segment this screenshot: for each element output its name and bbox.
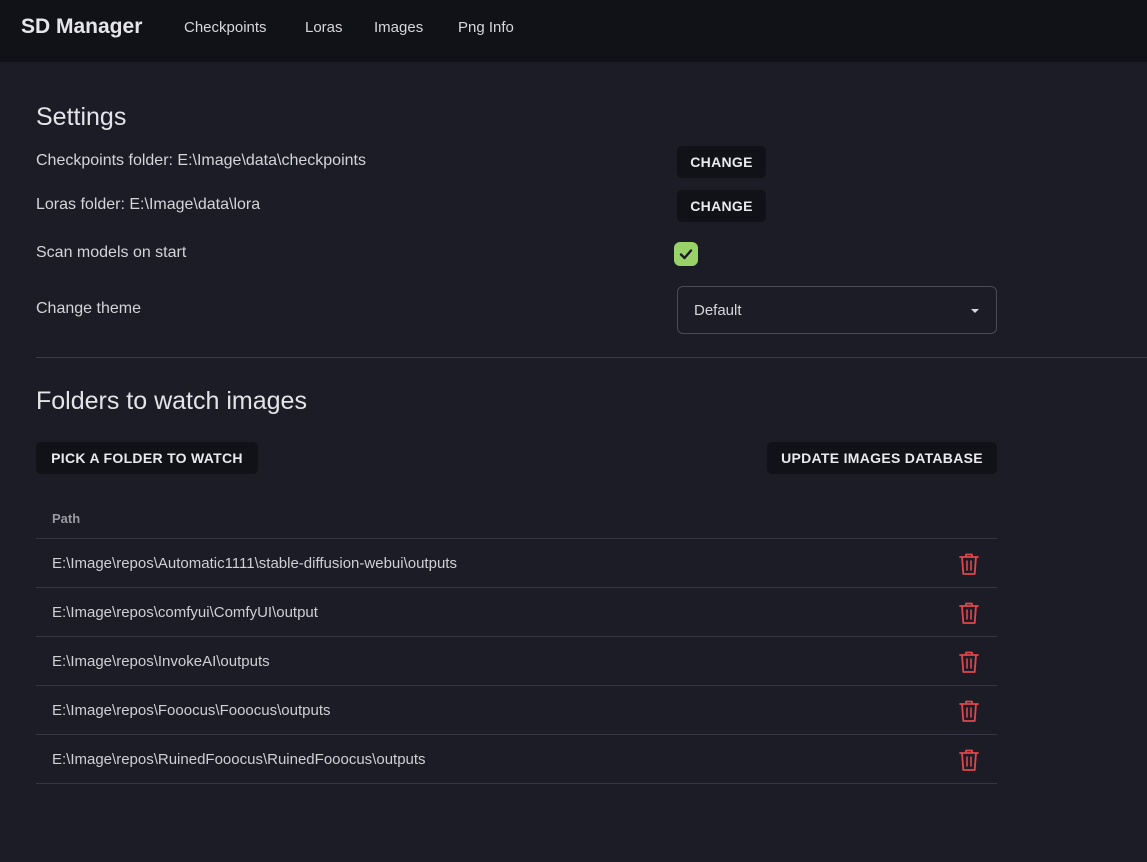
folder-path: E:\Image\repos\comfyui\ComfyUI\output xyxy=(52,604,318,621)
theme-select[interactable]: Default xyxy=(677,286,997,334)
folder-path: E:\Image\repos\Fooocus\Fooocus\outputs xyxy=(52,702,331,719)
folder-path: E:\Image\repos\InvokeAI\outputs xyxy=(52,653,270,670)
loras-folder-label: Loras folder: E:\Image\data\lora xyxy=(36,196,261,213)
trash-icon[interactable] xyxy=(958,650,980,674)
theme-select-value: Default xyxy=(694,302,742,319)
nav-link-png-info[interactable]: Png Info xyxy=(458,19,514,36)
pick-folder-button[interactable]: PICK A FOLDER TO WATCH xyxy=(36,442,258,474)
top-navbar: SD Manager Checkpoints Loras Images Png … xyxy=(0,0,1147,62)
table-row: E:\Image\repos\RuinedFooocus\RuinedFoooc… xyxy=(36,735,997,784)
scan-models-checkbox[interactable] xyxy=(674,242,698,266)
settings-title: Settings xyxy=(36,103,127,131)
folder-path: E:\Image\repos\RuinedFooocus\RuinedFoooc… xyxy=(52,751,426,768)
table-row: E:\Image\repos\InvokeAI\outputs xyxy=(36,637,997,686)
section-divider xyxy=(36,357,1147,358)
checkmark-icon xyxy=(679,249,693,260)
scan-models-label: Scan models on start xyxy=(36,244,187,261)
change-loras-folder-button[interactable]: CHANGE xyxy=(677,190,766,222)
change-theme-label: Change theme xyxy=(36,300,141,317)
trash-icon[interactable] xyxy=(958,601,980,625)
nav-link-checkpoints[interactable]: Checkpoints xyxy=(184,19,267,36)
trash-icon[interactable] xyxy=(958,748,980,772)
update-images-database-button[interactable]: UPDATE IMAGES DATABASE xyxy=(767,442,997,474)
table-row: E:\Image\repos\Automatic1111\stable-diff… xyxy=(36,539,997,588)
table-row: E:\Image\repos\comfyui\ComfyUI\output xyxy=(36,588,997,637)
folder-path: E:\Image\repos\Automatic1111\stable-diff… xyxy=(52,555,457,572)
app-brand[interactable]: SD Manager xyxy=(21,15,142,39)
table-row: E:\Image\repos\Fooocus\Fooocus\outputs xyxy=(36,686,997,735)
caret-down-icon xyxy=(971,309,979,313)
trash-icon[interactable] xyxy=(958,552,980,576)
change-checkpoints-folder-button[interactable]: CHANGE xyxy=(677,146,766,178)
trash-icon[interactable] xyxy=(958,699,980,723)
folders-title: Folders to watch images xyxy=(36,387,307,415)
column-header-path: Path xyxy=(52,511,81,526)
nav-link-loras[interactable]: Loras xyxy=(305,19,343,36)
nav-link-images[interactable]: Images xyxy=(374,19,423,36)
table-header: Path xyxy=(36,496,997,539)
checkpoints-folder-label: Checkpoints folder: E:\Image\data\checkp… xyxy=(36,152,366,169)
watched-folders-table: Path E:\Image\repos\Automatic1111\stable… xyxy=(36,496,997,784)
